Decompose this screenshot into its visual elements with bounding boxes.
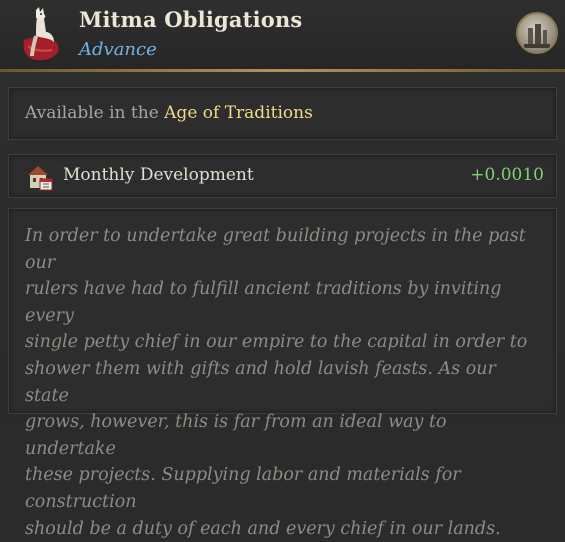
flavor-text-line: grows, however, this is far from an idea… [25, 412, 447, 459]
advance-type-label: Advance [79, 39, 157, 60]
age-name: Age of Traditions [164, 103, 313, 123]
advance-tooltip: Mitma Obligations Advance Available in t… [0, 0, 565, 539]
flavor-text-line: should be a duty of each and every chief… [25, 518, 501, 539]
tooltip-header: Mitma Obligations Advance [0, 0, 565, 72]
flavor-text: In order to undertake great building pro… [25, 223, 540, 542]
availability-box: Available in the Age of Traditions [8, 87, 557, 140]
modifier-row: Monthly Development +0.0010 [8, 154, 557, 198]
flavor-text-line: shower them with gifts and hold lavish f… [25, 358, 496, 406]
header-divider [0, 69, 565, 72]
availability-text: Available in the Age of Traditions [25, 103, 313, 123]
modifier-label: Monthly Development [63, 165, 254, 185]
llama-icon [23, 7, 59, 61]
flavor-text-line: single petty chief in our empire to the … [25, 332, 528, 353]
flavor-text-line: In order to undertake great building pro… [25, 226, 526, 273]
modifier-value: +0.0010 [470, 165, 544, 185]
flavor-text-line: these projects. Supplying labor and mate… [25, 465, 461, 512]
availability-prefix: Available in the [25, 103, 165, 123]
advance-title: Mitma Obligations [79, 7, 303, 32]
monthly-development-icon [28, 166, 53, 191]
flavor-text-line: rulers have had to fulfill ancient tradi… [25, 279, 502, 326]
flavor-text-box: In order to undertake great building pro… [8, 208, 557, 539]
age-of-traditions-icon [516, 12, 558, 54]
